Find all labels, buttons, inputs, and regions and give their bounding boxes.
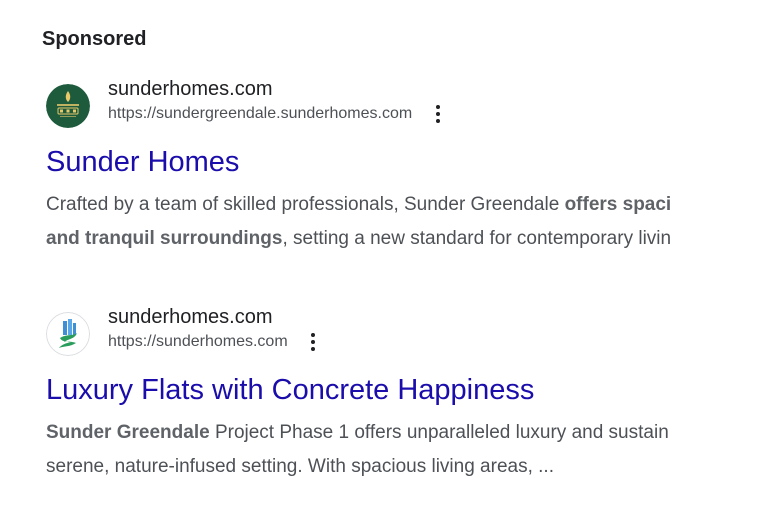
sponsored-label: Sponsored <box>42 28 147 50</box>
ad-result-2[interactable]: sunderhomes.com https://sunderhomes.com … <box>46 302 760 484</box>
ad-description: Sunder Greendale Project Phase 1 offers … <box>46 416 760 484</box>
ad-site-name: sunderhomes.com <box>108 78 273 100</box>
ad-display-url: https://sunderhomes.com <box>108 333 288 350</box>
sunder-homes-building-logo-icon <box>46 312 90 356</box>
ad-description: Crafted by a team of skilled professiona… <box>46 188 760 256</box>
desc-bold-text: and tranquil surroundings <box>46 228 283 249</box>
more-options-icon[interactable] <box>431 103 445 125</box>
ad-result-1[interactable]: sunderhomes.com https://sundergreendale.… <box>46 74 760 256</box>
ad-source-row[interactable]: sunderhomes.com https://sunderhomes.com <box>46 302 760 362</box>
desc-text: Project Phase 1 offers unparalleled luxu… <box>209 422 669 443</box>
ad-source-row[interactable]: sunderhomes.com https://sundergreendale.… <box>46 74 760 134</box>
ad-site-name: sunderhomes.com <box>108 306 273 328</box>
desc-text: , setting a new standard for contemporar… <box>282 228 672 249</box>
sunder-greendale-logo-icon <box>46 84 90 128</box>
ad-title-link[interactable]: Luxury Flats with Concrete Happiness <box>46 372 760 408</box>
desc-bold-text: offers spaci <box>564 194 672 215</box>
more-options-icon[interactable] <box>306 331 320 353</box>
desc-text: Crafted by a team of skilled professiona… <box>46 194 565 215</box>
ad-display-url: https://sundergreendale.sunderhomes.com <box>108 105 413 122</box>
desc-bold-text: Sunder Greendale <box>46 422 210 443</box>
desc-text: serene, nature-infused setting. With spa… <box>46 456 554 477</box>
ad-title-link[interactable]: Sunder Homes <box>46 144 760 180</box>
